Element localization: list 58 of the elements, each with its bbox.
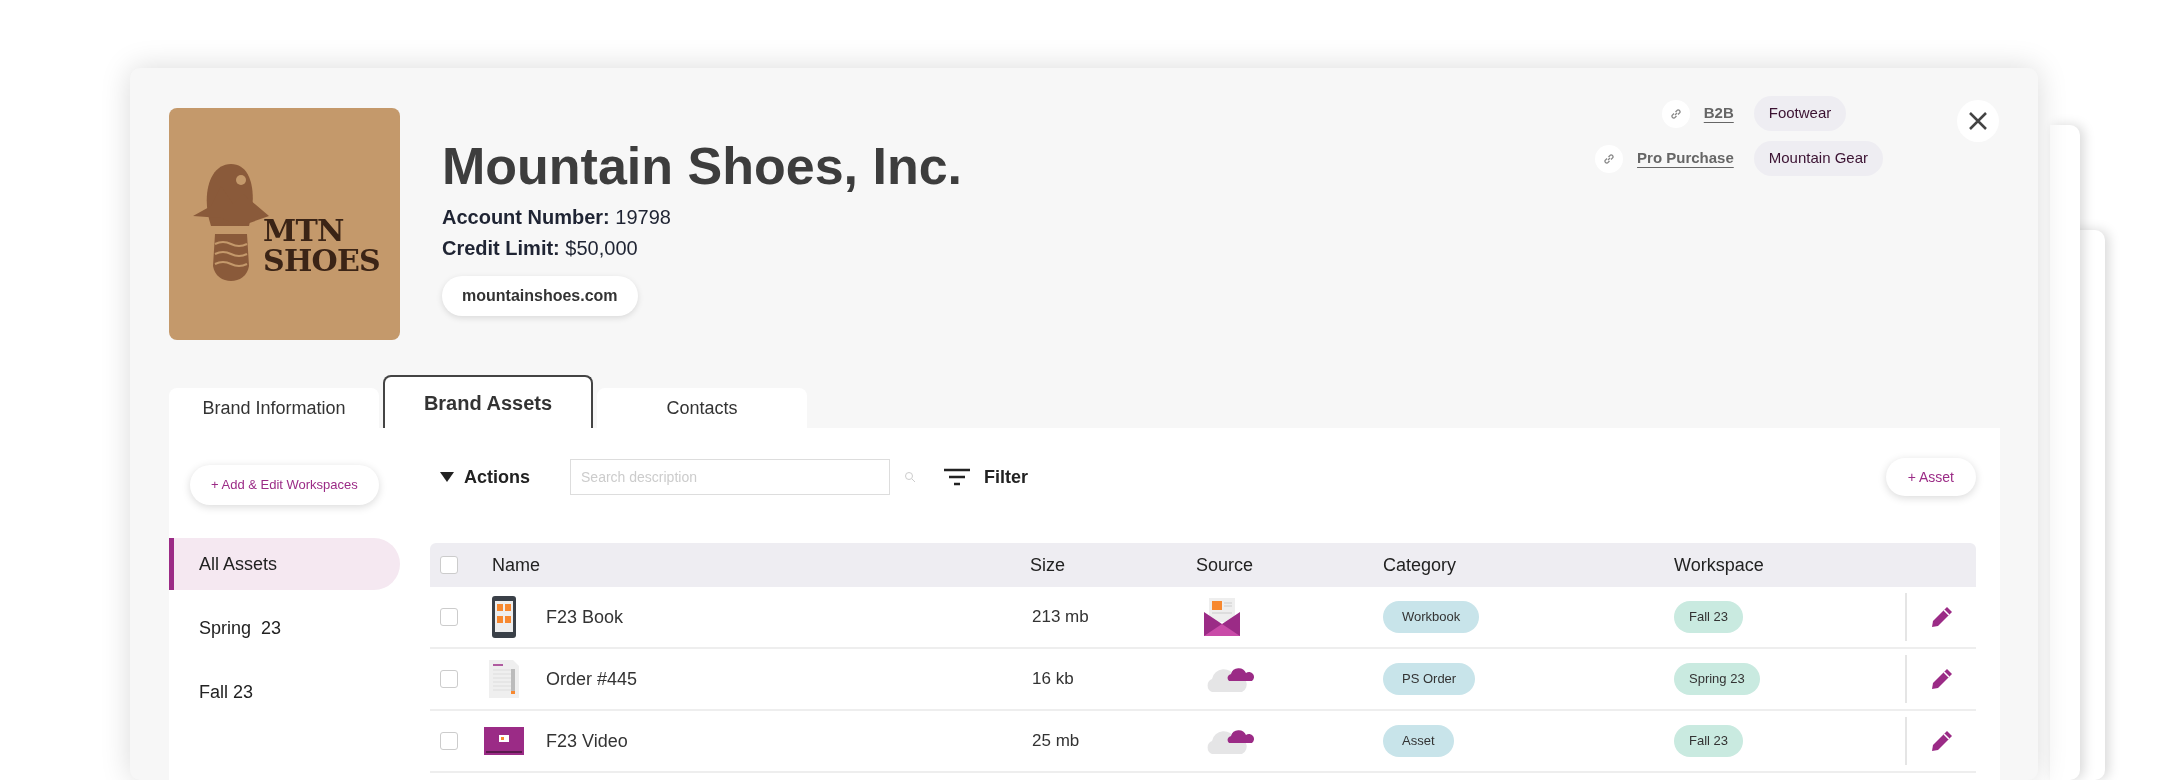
checkbox[interactable] xyxy=(440,556,458,574)
checkbox[interactable] xyxy=(440,732,458,750)
workspace-tag: Spring 23 xyxy=(1674,663,1760,695)
link-icon xyxy=(1595,144,1624,173)
logo-text: SHOES xyxy=(263,246,380,276)
column-header: Size xyxy=(1030,553,1066,577)
link[interactable]: B2B xyxy=(1703,102,1734,125)
column-header: Source xyxy=(1196,553,1255,577)
add-asset-button[interactable]: + Asset xyxy=(1885,458,1976,496)
asset-name: F23 Video xyxy=(546,729,628,753)
filter-icon xyxy=(944,468,970,486)
filter-button[interactable]: Filter xyxy=(944,463,1029,491)
tag: Footwear xyxy=(1753,96,1847,131)
category-tag: Workbook xyxy=(1383,601,1480,633)
checkbox[interactable] xyxy=(440,608,458,626)
field-text: Account Number: 19798 xyxy=(442,205,672,230)
video-icon xyxy=(484,727,524,755)
table-cell-text: 16 kb xyxy=(1032,668,1075,691)
category-tag: Asset xyxy=(1383,725,1454,757)
link-icon xyxy=(1661,99,1690,128)
pencil-icon xyxy=(1930,730,1953,752)
actions-dropdown[interactable]: Actions xyxy=(440,463,530,491)
column-header: Workspace xyxy=(1674,553,1765,577)
add-workspaces-button[interactable]: + Add & Edit Workspaces xyxy=(190,465,379,505)
company-name: Mountain Shoes, Inc. xyxy=(442,136,963,196)
asset-name: Order #445 xyxy=(546,667,638,691)
logo-text: MTN xyxy=(263,216,345,246)
close-icon xyxy=(1968,111,1988,131)
pencil-icon xyxy=(1930,668,1953,690)
table-cell-text: 25 mb xyxy=(1032,730,1081,753)
column-header: Name xyxy=(492,553,541,577)
search-icon xyxy=(904,471,916,483)
table-cell-text: 213 mb xyxy=(1032,606,1090,629)
caret-icon xyxy=(440,472,454,482)
website-link[interactable]: mountainshoes.com xyxy=(442,276,638,316)
document-icon xyxy=(489,660,519,698)
close-button[interactable] xyxy=(1957,100,1999,142)
checkbox[interactable] xyxy=(440,670,458,688)
tab[interactable]: Brand Information xyxy=(169,388,379,428)
edit-button[interactable] xyxy=(1930,668,1953,690)
sidebar-item[interactable]: Spring 23 xyxy=(169,602,400,654)
column-header: Category xyxy=(1383,553,1458,577)
category-tag: PS Order xyxy=(1383,663,1476,695)
pencil-icon xyxy=(1930,606,1953,628)
tablet-icon xyxy=(492,596,516,638)
field-text: Credit Limit: $50,000 xyxy=(442,236,639,261)
link[interactable]: Pro Purchase xyxy=(1637,147,1734,170)
workspace-tag: Fall 23 xyxy=(1674,601,1744,633)
tag: Mountain Gear xyxy=(1753,141,1883,176)
edit-button[interactable] xyxy=(1930,730,1953,752)
workspace-tag: Fall 23 xyxy=(1674,725,1744,757)
asset-name: F23 Book xyxy=(546,605,624,629)
sidebar-item[interactable]: Fall 23 xyxy=(169,666,400,718)
tab[interactable]: Contacts xyxy=(597,388,807,428)
email-icon xyxy=(1204,598,1240,636)
edit-button[interactable] xyxy=(1930,606,1953,628)
tab[interactable]: Brand Assets xyxy=(383,375,593,428)
sidebar-item[interactable]: All Assets xyxy=(169,538,400,590)
